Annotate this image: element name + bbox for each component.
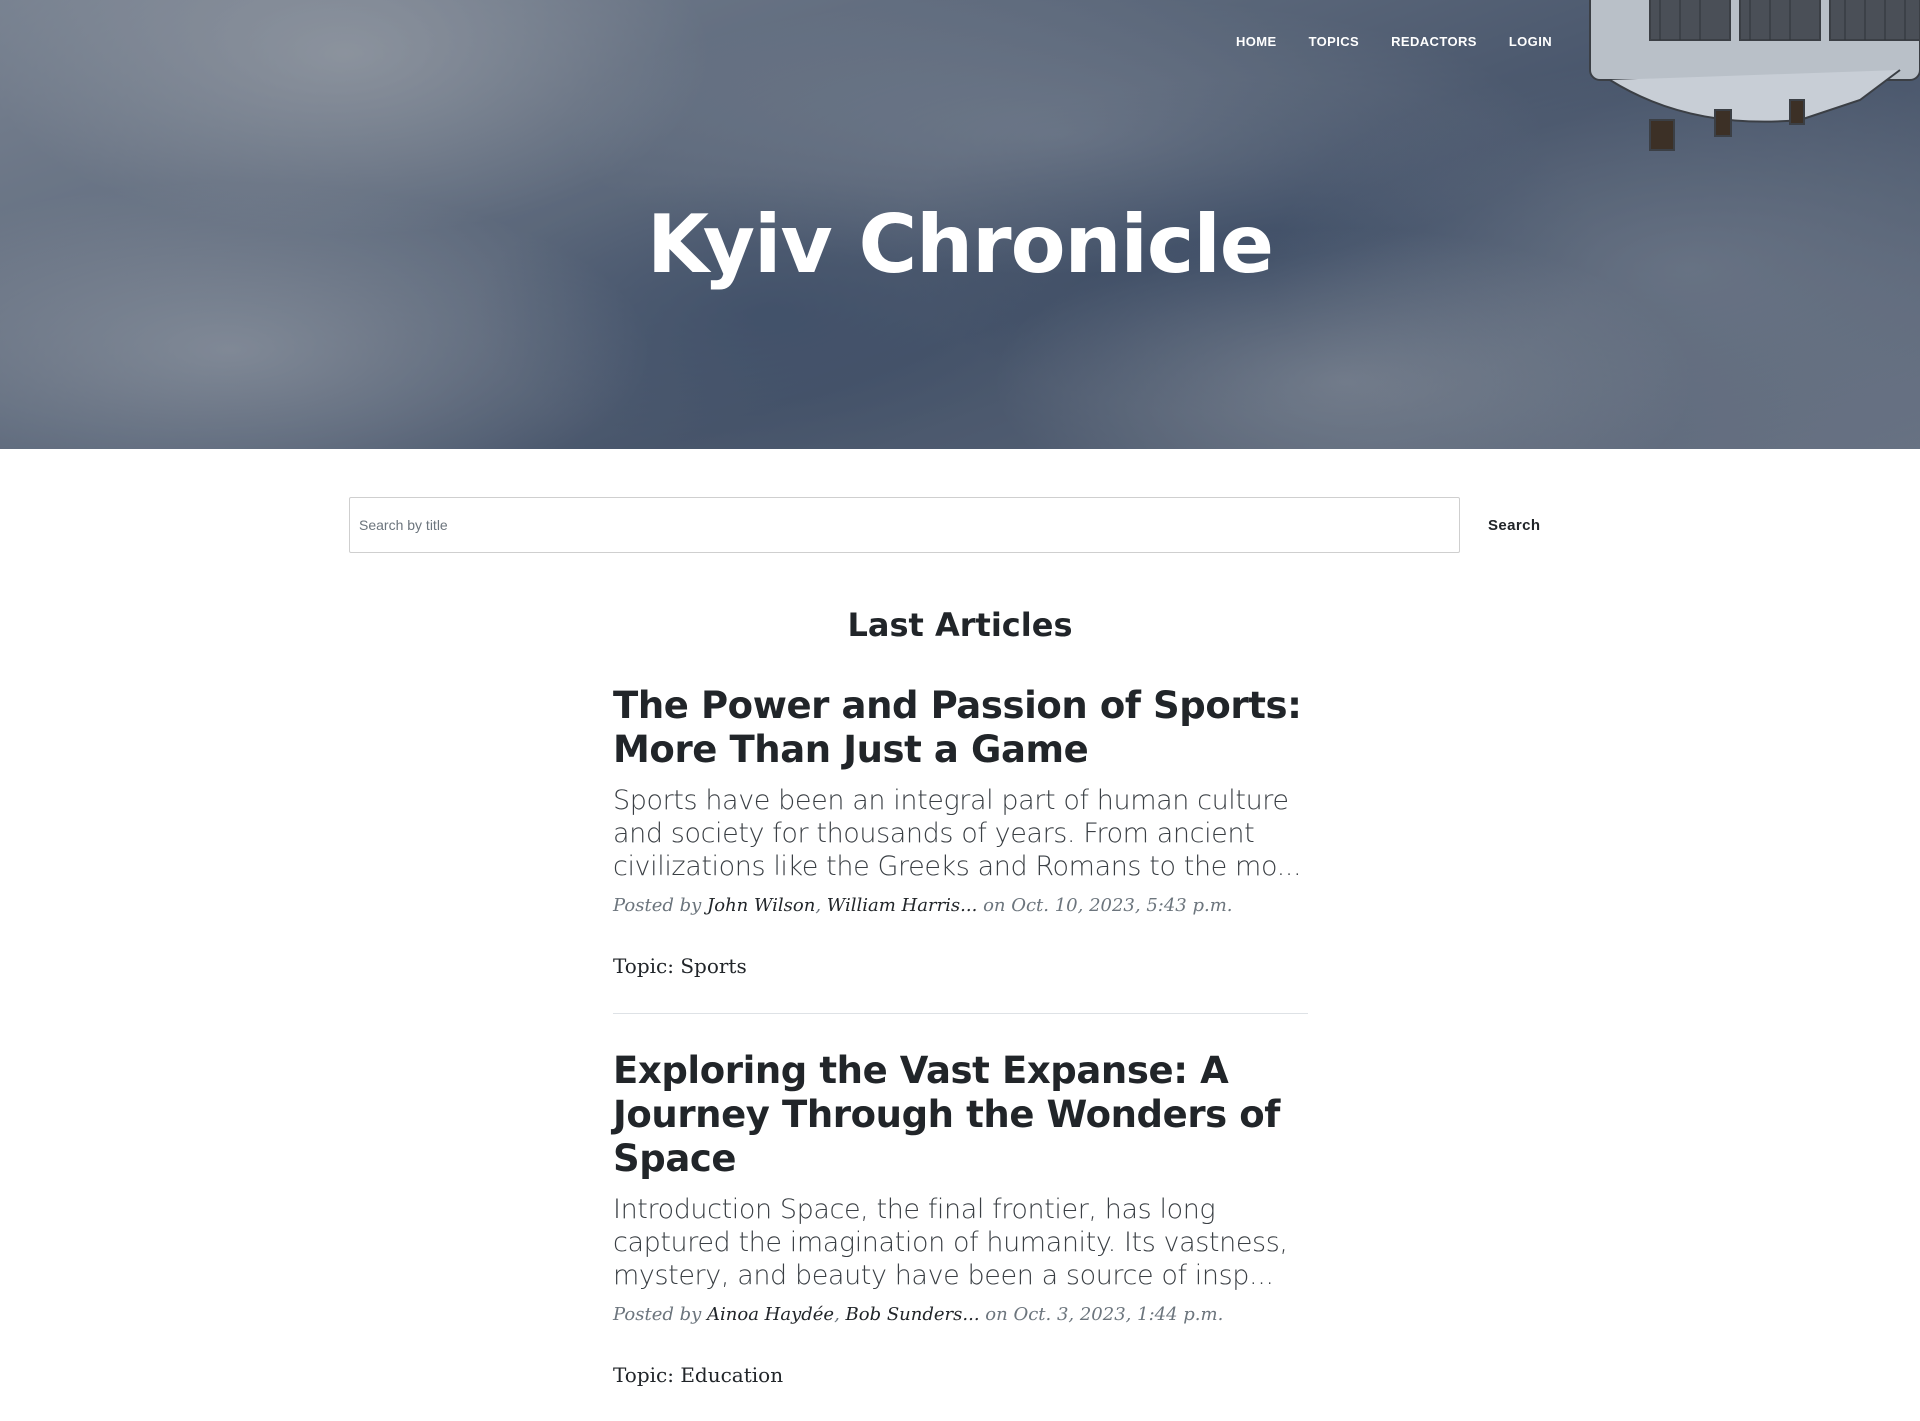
author-link[interactable]: Ainoa Haydée: [707, 1304, 834, 1325]
nav-topics-link[interactable]: TOPICS: [1293, 30, 1376, 53]
author-link[interactable]: John Wilson: [707, 895, 815, 916]
search-input[interactable]: [349, 497, 1460, 553]
search-form: Search: [349, 497, 1559, 553]
posted-by-label: Posted by: [613, 895, 702, 916]
article-title-link[interactable]: Exploring the Vast Expanse: A Journey Th…: [613, 1049, 1308, 1181]
post-date: on Oct. 10, 2023, 5:43 p.m.: [983, 895, 1233, 916]
nav-redactors-link[interactable]: REDACTORS: [1375, 30, 1493, 53]
last-articles-heading: Last Articles: [847, 606, 1073, 644]
article-item: The Power and Passion of Sports: More Th…: [613, 684, 1308, 1014]
article-meta: Posted by Ainoa Haydée, Bob Sunders... o…: [613, 1304, 1224, 1325]
article-item: Exploring the Vast Expanse: A Journey Th…: [613, 1049, 1308, 1421]
search-button[interactable]: Search: [1476, 517, 1552, 534]
article-excerpt[interactable]: Sports have been an integral part of hum…: [613, 784, 1308, 883]
nav-login-link[interactable]: LOGIN: [1493, 30, 1568, 53]
main-nav: HOME TOPICS REDACTORS LOGIN: [1220, 30, 1568, 53]
author-link[interactable]: Bob Sunders...: [846, 1304, 980, 1325]
author-link[interactable]: William Harris...: [827, 895, 978, 916]
post-date: on Oct. 3, 2023, 1:44 p.m.: [985, 1304, 1224, 1325]
site-title: Kyiv Chronicle: [647, 198, 1274, 291]
nav-home-link[interactable]: HOME: [1220, 30, 1293, 53]
masthead: HOME TOPICS REDACTORS LOGIN Kyiv Chronic…: [0, 0, 1920, 449]
article-title-link[interactable]: The Power and Passion of Sports: More Th…: [613, 684, 1308, 772]
article-topic: Topic: Sports: [613, 954, 747, 978]
article-excerpt[interactable]: Introduction Space, the final frontier, …: [613, 1193, 1308, 1292]
article-topic: Topic: Education: [613, 1363, 784, 1387]
posted-by-label: Posted by: [613, 1304, 702, 1325]
article-meta: Posted by John Wilson, William Harris...…: [613, 895, 1233, 916]
articles-list: The Power and Passion of Sports: More Th…: [613, 684, 1308, 1421]
